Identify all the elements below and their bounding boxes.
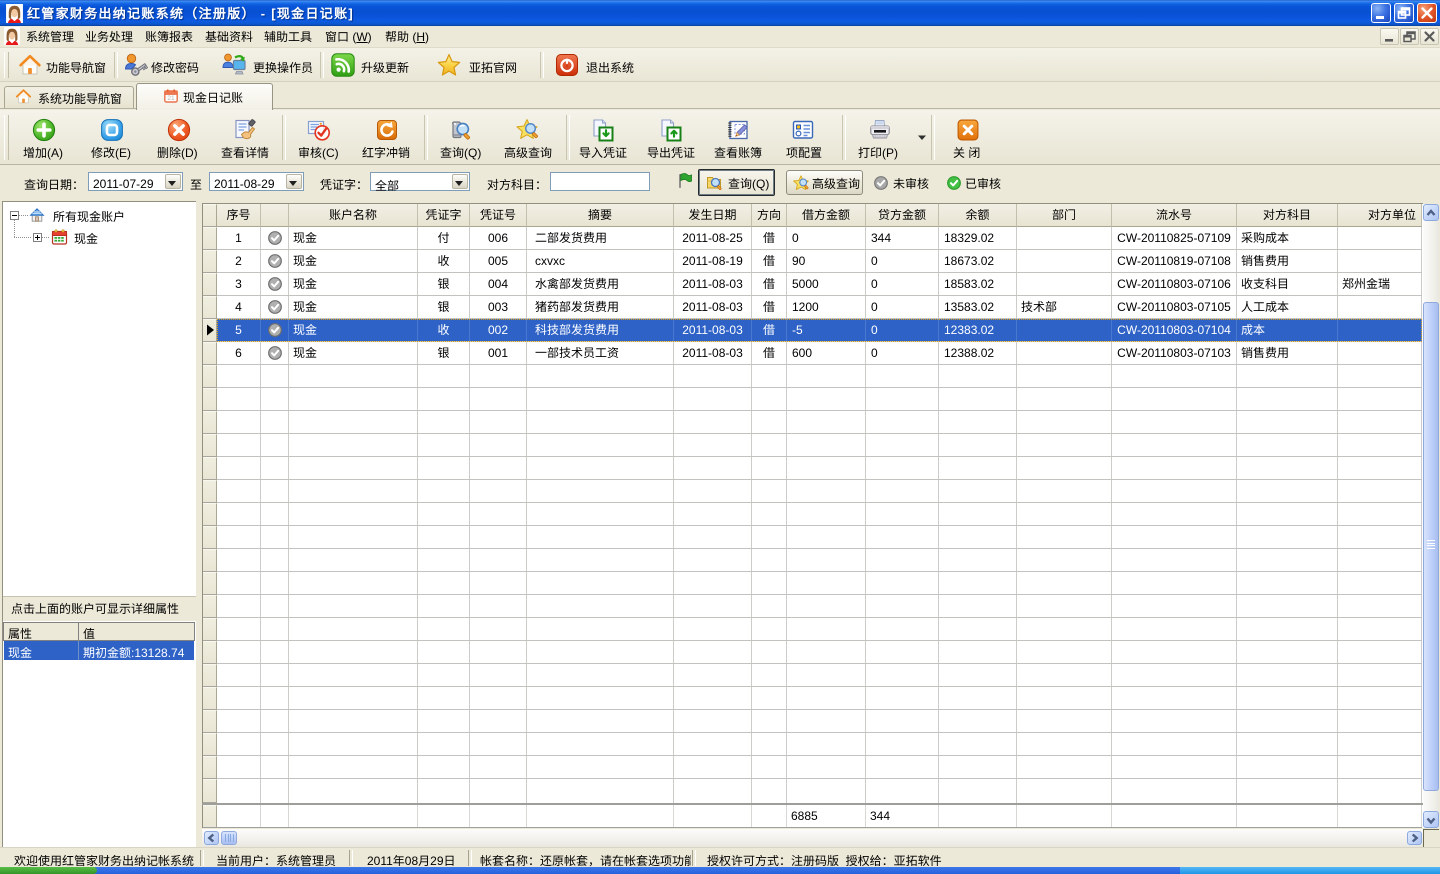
svg-text:21: 21 xyxy=(167,95,175,102)
